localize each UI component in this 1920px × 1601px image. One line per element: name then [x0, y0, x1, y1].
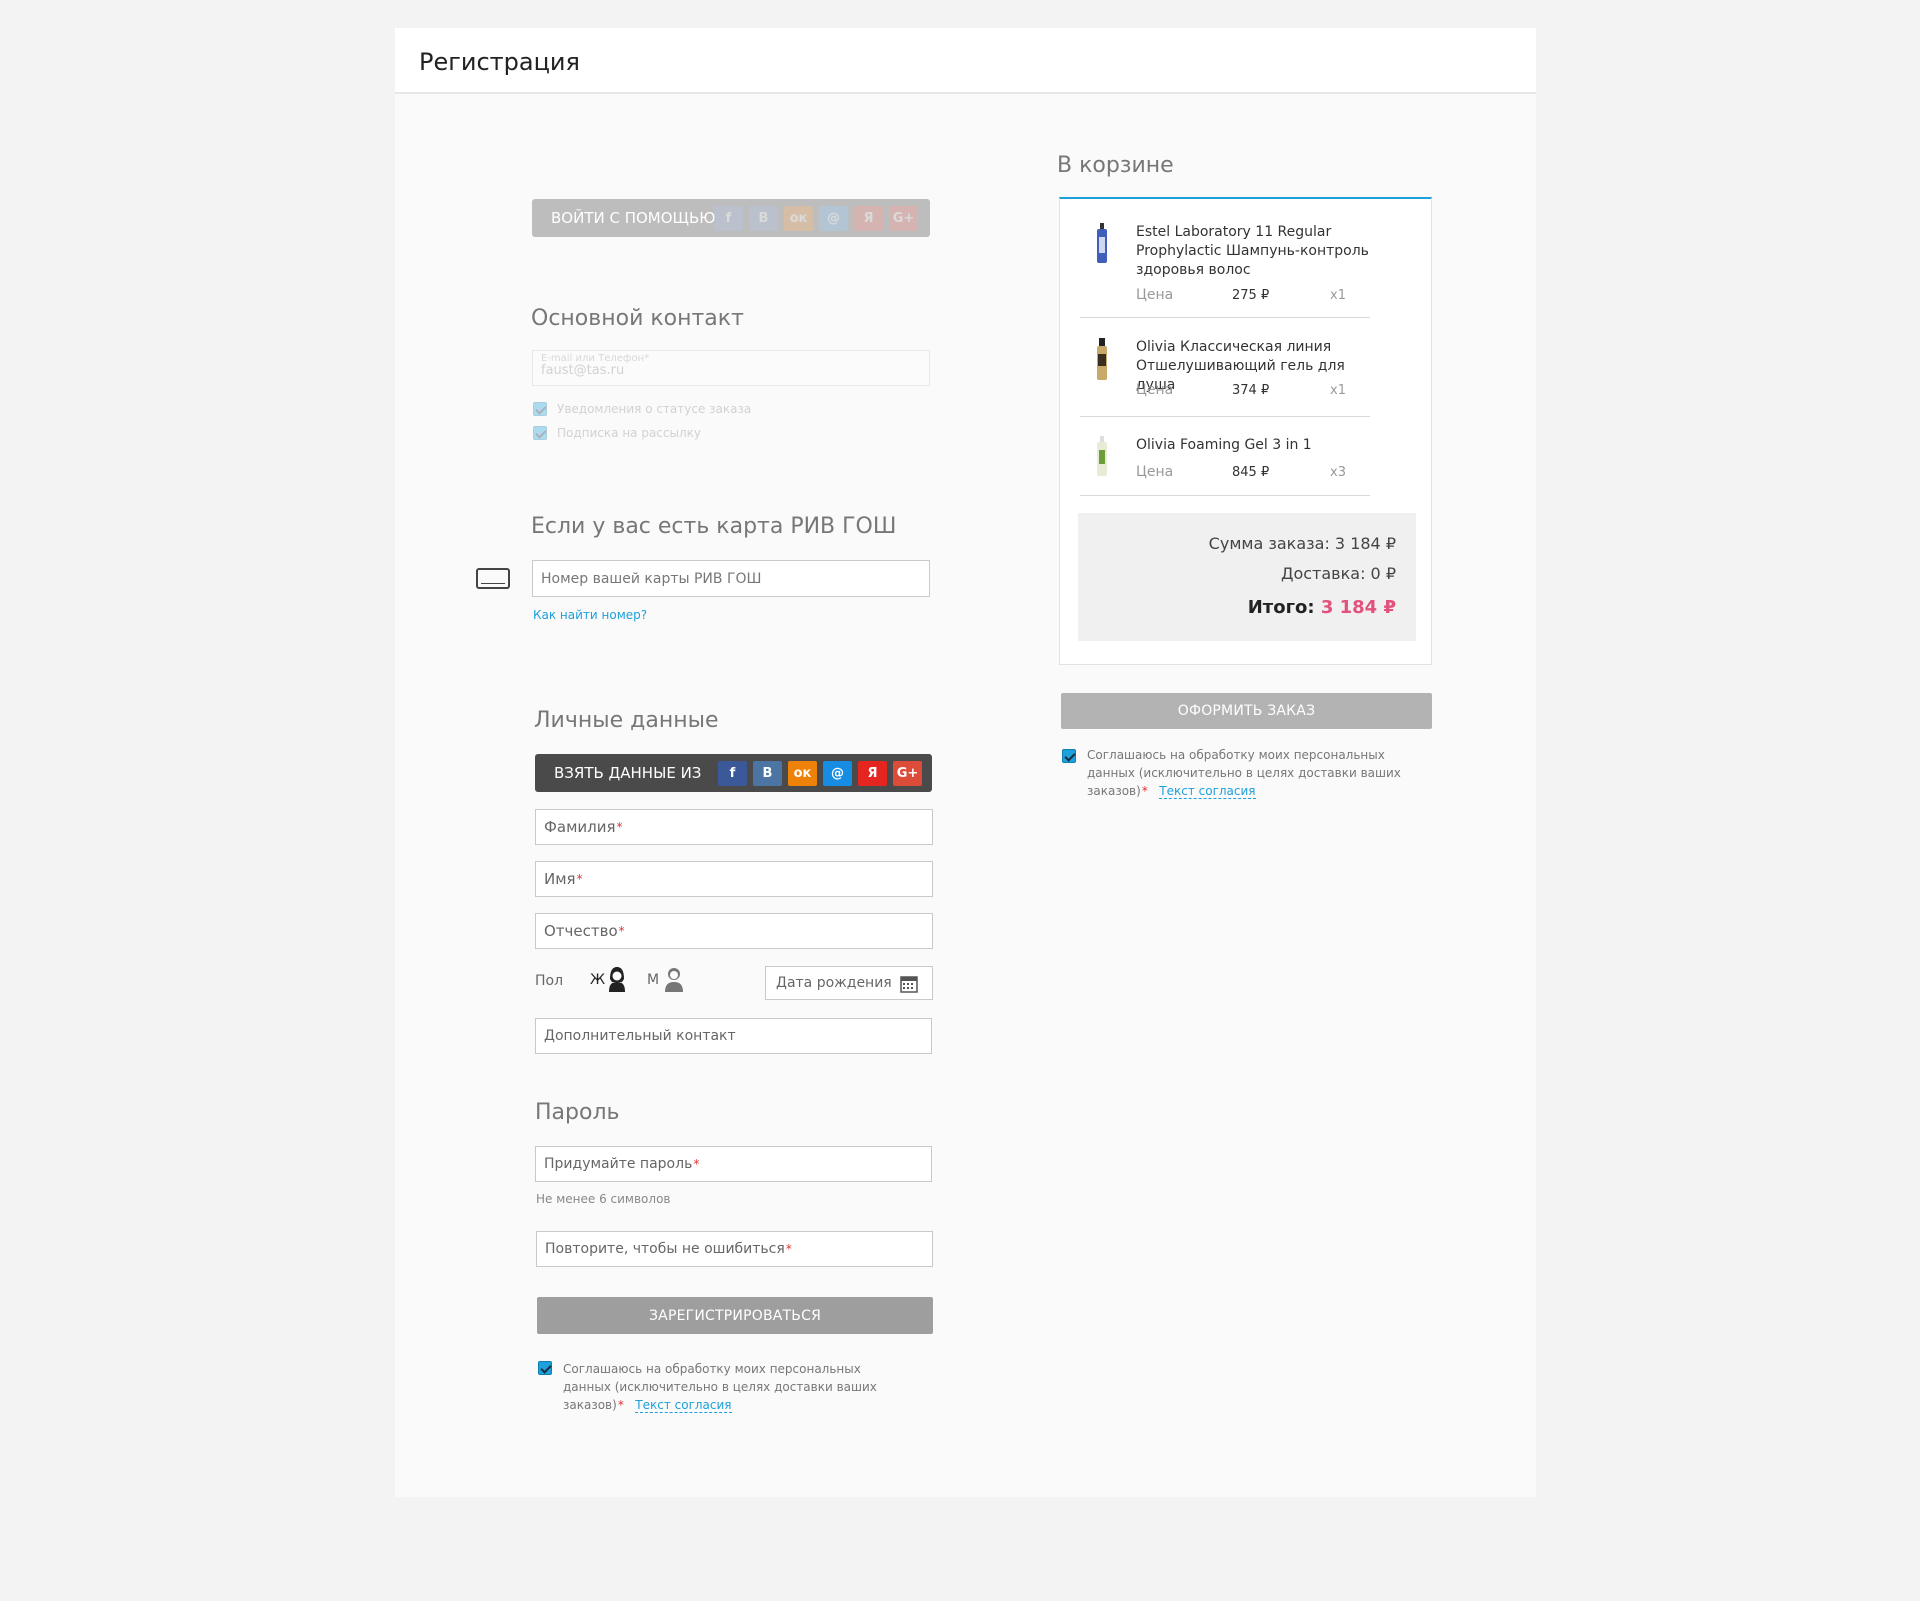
extra-contact-placeholder: Дополнительный контакт — [544, 1028, 736, 1044]
registration-panel: Регистрация ВОЙТИ С ПОМОЩЬЮ f В ок @ Я G… — [395, 28, 1536, 1497]
order-sum: Сумма заказа: 3 184 ₽ — [1208, 534, 1396, 553]
cart-item-qty: x3 — [1330, 465, 1346, 480]
find-card-number-link[interactable]: Как найти номер? — [533, 608, 647, 622]
male-avatar-icon[interactable] — [663, 966, 685, 992]
yandex-icon[interactable]: Я — [858, 761, 887, 786]
subscribe-checkbox[interactable] — [533, 426, 547, 440]
password-hint: Не менее 6 символов — [536, 1192, 671, 1206]
google-plus-icon[interactable]: G+ — [889, 206, 918, 231]
middlename-input[interactable]: Отчество * — [535, 913, 933, 949]
cart-consent-checkbox[interactable] — [1062, 749, 1076, 763]
cart-item-name[interactable]: Olivia Foaming Gel 3 in 1 — [1136, 436, 1376, 455]
login-social-label: ВОЙТИ С ПОМОЩЬЮ — [551, 209, 716, 227]
card-icon — [476, 568, 510, 589]
card-number-placeholder: Номер вашей карты РИВ ГОШ — [541, 570, 762, 587]
order-summary: Сумма заказа: 3 184 ₽ Доставка: 0 ₽ Итог… — [1078, 513, 1416, 641]
cart-consent-text: Соглашаюсь на обработку моих персональны… — [1087, 748, 1401, 799]
yandex-icon[interactable]: Я — [854, 206, 883, 231]
cart-item-qty: x1 — [1330, 288, 1346, 303]
product-image[interactable] — [1095, 436, 1109, 476]
female-avatar-icon[interactable] — [606, 966, 628, 992]
birthdate-placeholder: Дата рождения — [776, 975, 892, 991]
order-total: Итого: 3 184 ₽ — [1247, 597, 1396, 618]
product-image[interactable] — [1095, 223, 1109, 263]
mailru-icon[interactable]: @ — [819, 206, 848, 231]
firstname-placeholder: Имя — [544, 870, 576, 888]
facebook-icon[interactable]: f — [714, 206, 743, 231]
notify-checkbox[interactable] — [533, 402, 547, 416]
gender-male-label: М — [647, 972, 660, 988]
password-repeat-placeholder: Повторите, чтобы не ошибиться — [545, 1241, 785, 1257]
take-data-social-bar: ВЗЯТЬ ДАННЫЕ ИЗ f В ок @ Я G+ — [535, 754, 932, 792]
vk-icon[interactable]: В — [753, 761, 782, 786]
product-image[interactable] — [1095, 338, 1109, 380]
price-label: Цена — [1136, 382, 1174, 398]
delivery-cost: Доставка: 0 ₽ — [1280, 564, 1396, 583]
lastname-input[interactable]: Фамилия * — [535, 809, 933, 845]
cart-heading: В корзине — [1057, 153, 1174, 178]
odnoklassniki-icon[interactable]: ок — [788, 761, 817, 786]
take-data-label: ВЗЯТЬ ДАННЫЕ ИЗ — [554, 764, 702, 782]
password-input[interactable]: Придумайте пароль * — [535, 1146, 932, 1182]
card-number-input[interactable]: Номер вашей карты РИВ ГОШ — [532, 560, 930, 597]
notify-label: Уведомления о статусе заказа — [557, 402, 752, 416]
personal-heading: Личные данные — [534, 708, 719, 733]
cart-item: Olivia Foaming Gel 3 in 1 Цена 845 ₽ x3 — [1080, 436, 1370, 496]
cart-item-price: 845 ₽ — [1232, 465, 1270, 480]
page-header: Регистрация — [395, 28, 1536, 94]
mailru-icon[interactable]: @ — [823, 761, 852, 786]
cart-item-qty: x1 — [1330, 383, 1346, 398]
cart-item: Estel Laboratory 11 Regular Prophylactic… — [1080, 223, 1370, 318]
email-phone-value: faust@tas.ru — [541, 363, 625, 378]
consent-text: Соглашаюсь на обработку моих персональны… — [563, 1362, 877, 1413]
password-heading: Пароль — [535, 1100, 620, 1125]
middlename-placeholder: Отчество — [544, 922, 618, 940]
checkout-button[interactable]: ОФОРМИТЬ ЗАКАЗ — [1061, 693, 1432, 729]
odnoklassniki-icon[interactable]: ок — [784, 206, 813, 231]
contact-heading: Основной контакт — [531, 306, 744, 331]
lastname-placeholder: Фамилия — [544, 818, 616, 836]
email-phone-field[interactable]: E-mail или Телефон* faust@tas.ru — [532, 350, 930, 386]
gender-female-label: Ж — [590, 972, 606, 988]
cart-item-price: 374 ₽ — [1232, 383, 1270, 398]
facebook-icon[interactable]: f — [718, 761, 747, 786]
consent-link[interactable]: Текст согласия — [635, 1398, 732, 1413]
cart-item-name[interactable]: Estel Laboratory 11 Regular Prophylactic… — [1136, 223, 1376, 280]
cart-item-price: 275 ₽ — [1232, 288, 1270, 303]
price-label: Цена — [1136, 287, 1174, 303]
subscribe-label: Подписка на рассылку — [557, 426, 701, 440]
login-social-bar: ВОЙТИ С ПОМОЩЬЮ f В ок @ Я G+ — [532, 199, 930, 237]
cart-item: Olivia Классическая линия Отшелушивающий… — [1080, 338, 1370, 417]
gender-label: Пол — [535, 973, 564, 989]
page-title: Регистрация — [419, 48, 580, 76]
calendar-icon[interactable] — [900, 975, 918, 993]
birthdate-input[interactable]: Дата рождения — [765, 966, 933, 1000]
cart-consent-link[interactable]: Текст согласия — [1159, 784, 1256, 799]
extra-contact-input[interactable]: Дополнительный контакт — [535, 1018, 932, 1054]
consent-checkbox[interactable] — [538, 1361, 552, 1375]
card-heading: Если у вас есть карта РИВ ГОШ — [531, 514, 897, 539]
price-label: Цена — [1136, 464, 1174, 480]
register-button[interactable]: ЗАРЕГИСТРИРОВАТЬСЯ — [537, 1297, 933, 1334]
password-repeat-input[interactable]: Повторите, чтобы не ошибиться * — [536, 1231, 933, 1267]
vk-icon[interactable]: В — [749, 206, 778, 231]
google-plus-icon[interactable]: G+ — [893, 761, 922, 786]
password-placeholder: Придумайте пароль — [544, 1156, 693, 1172]
cart-box: Estel Laboratory 11 Regular Prophylactic… — [1059, 197, 1432, 665]
firstname-input[interactable]: Имя * — [535, 861, 933, 897]
